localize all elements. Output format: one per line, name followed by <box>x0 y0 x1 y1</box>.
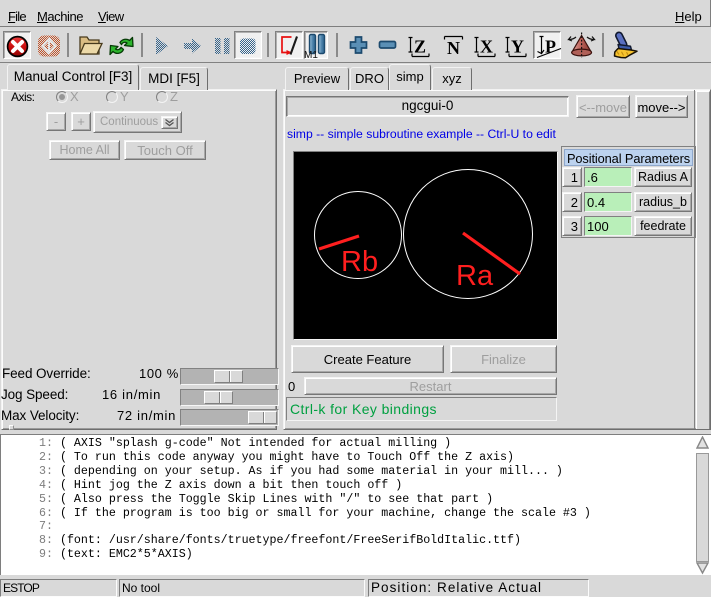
svg-text:X: X <box>480 37 493 57</box>
svg-text:Z: Z <box>414 37 426 57</box>
svg-text:N: N <box>447 38 460 58</box>
svg-text:Y: Y <box>511 37 524 57</box>
svg-text:Rb: Rb <box>341 246 378 278</box>
svg-text:M1: M1 <box>304 50 318 61</box>
svg-text:Ra: Ra <box>456 260 494 292</box>
